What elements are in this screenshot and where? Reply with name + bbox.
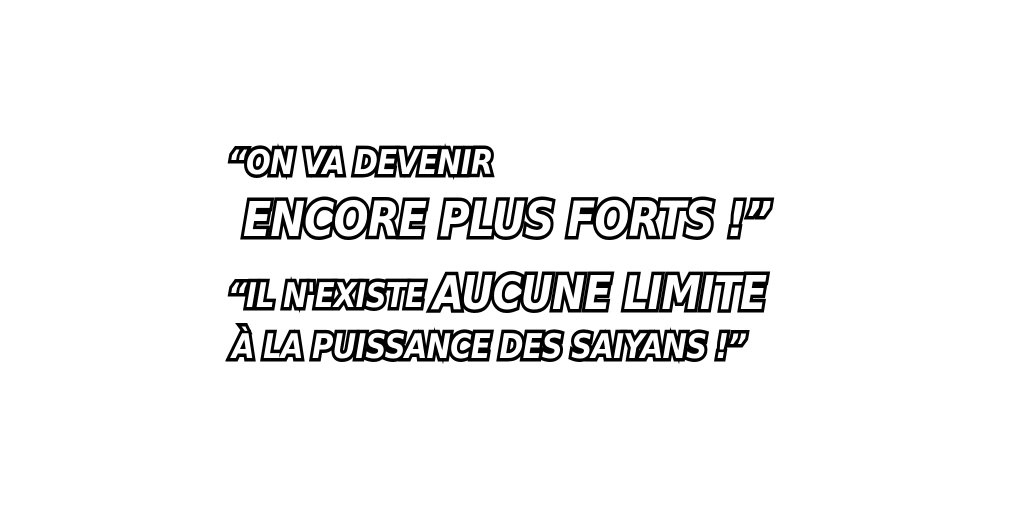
quote-2-line-2: À LA PUISSANCE DES SAIYANS !” <box>229 327 750 368</box>
quote-block: “ON VA DEVENIR ENCORE PLUS FORTS !” “IL … <box>0 0 1024 512</box>
quote-1-line-2: ENCORE PLUS FORTS !” <box>240 192 775 248</box>
quote-1-line-1: “ON VA DEVENIR <box>225 143 496 184</box>
quote-2-line-1-emphasis: AUCUNE LIMITE <box>430 266 770 320</box>
quote-2-line-1: “IL N'EXISTE AUCUNE LIMITE <box>225 267 770 320</box>
quote-2-line-1-small: “IL N'EXISTE <box>225 276 434 317</box>
